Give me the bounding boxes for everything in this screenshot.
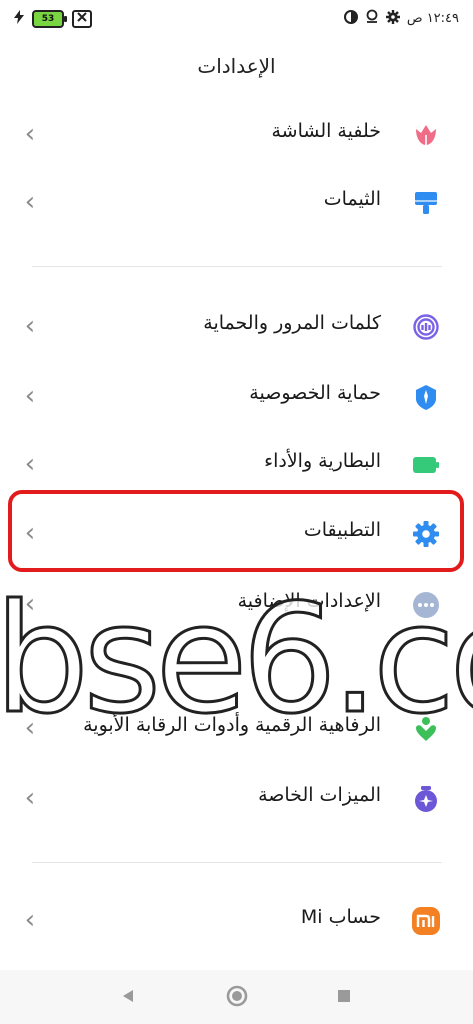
mi-logo-icon [411,906,441,936]
chevron-left-icon: ‹ [24,449,36,479]
battery-indicator: 53 [32,9,67,28]
highlight-frame [8,490,464,572]
settings-item-battery-performance[interactable]: ‹ البطارية والأداء [0,434,473,496]
settings-item-label: حماية الخصوصية [249,382,381,404]
status-right: ١٢:٤٩ ص [343,9,459,28]
privacy-shield-icon [411,382,441,412]
settings-item-label: كلمات المرور والحماية [203,312,381,334]
settings-item-special-features[interactable]: ‹ الميزات الخاصة [0,768,473,830]
settings-item-privacy-protection[interactable]: ‹ حماية الخصوصية [0,366,473,428]
settings-item-label: الميزات الخاصة [258,784,381,806]
chevron-left-icon: ‹ [24,119,36,149]
navigation-bar [0,970,473,1024]
chevron-left-icon: ‹ [24,783,36,813]
no-sim-icon [72,9,92,28]
settings-item-passwords-security[interactable]: ‹ كلمات المرور والحماية [0,296,473,358]
chevron-left-icon: ‹ [24,905,36,935]
status-bar: 53 ١٢:٤٩ ص [0,0,473,36]
settings-item-label: خلفية الشاشة [271,120,381,142]
section-divider [32,266,442,267]
settings-item-label: حساب Mi [300,906,381,928]
page-title: الإعدادات [197,54,276,78]
chevron-left-icon: ‹ [24,311,36,341]
settings-item-wallpaper[interactable]: ‹ خلفية الشاشة [0,104,473,166]
watermark-text: bse6.com [0,575,473,745]
data-saver-icon [343,9,358,28]
status-left: 53 [14,9,92,28]
settings-gear-status-icon [385,9,400,28]
home-circle-icon[interactable] [225,984,249,1008]
battery-icon [411,450,441,480]
wallpaper-tulip-icon [411,120,441,150]
special-features-icon [411,784,441,814]
settings-item-label: البطارية والأداء [264,450,381,472]
recents-square-icon[interactable] [332,984,356,1008]
fingerprint-icon [411,312,441,342]
chevron-left-icon: ‹ [24,187,36,217]
back-triangle-icon[interactable] [116,984,140,1008]
chevron-left-icon: ‹ [24,381,36,411]
settings-item-label: الثيمات [323,188,381,210]
settings-item-mi-account[interactable]: ‹ حساب Mi [0,890,473,952]
settings-item-themes[interactable]: ‹ الثيمات [0,172,473,234]
location-icon [365,9,379,28]
themes-brush-icon [411,188,441,218]
charging-bolt-icon [14,9,24,28]
status-time: ١٢:٤٩ ص [406,11,459,26]
section-divider [32,862,442,863]
